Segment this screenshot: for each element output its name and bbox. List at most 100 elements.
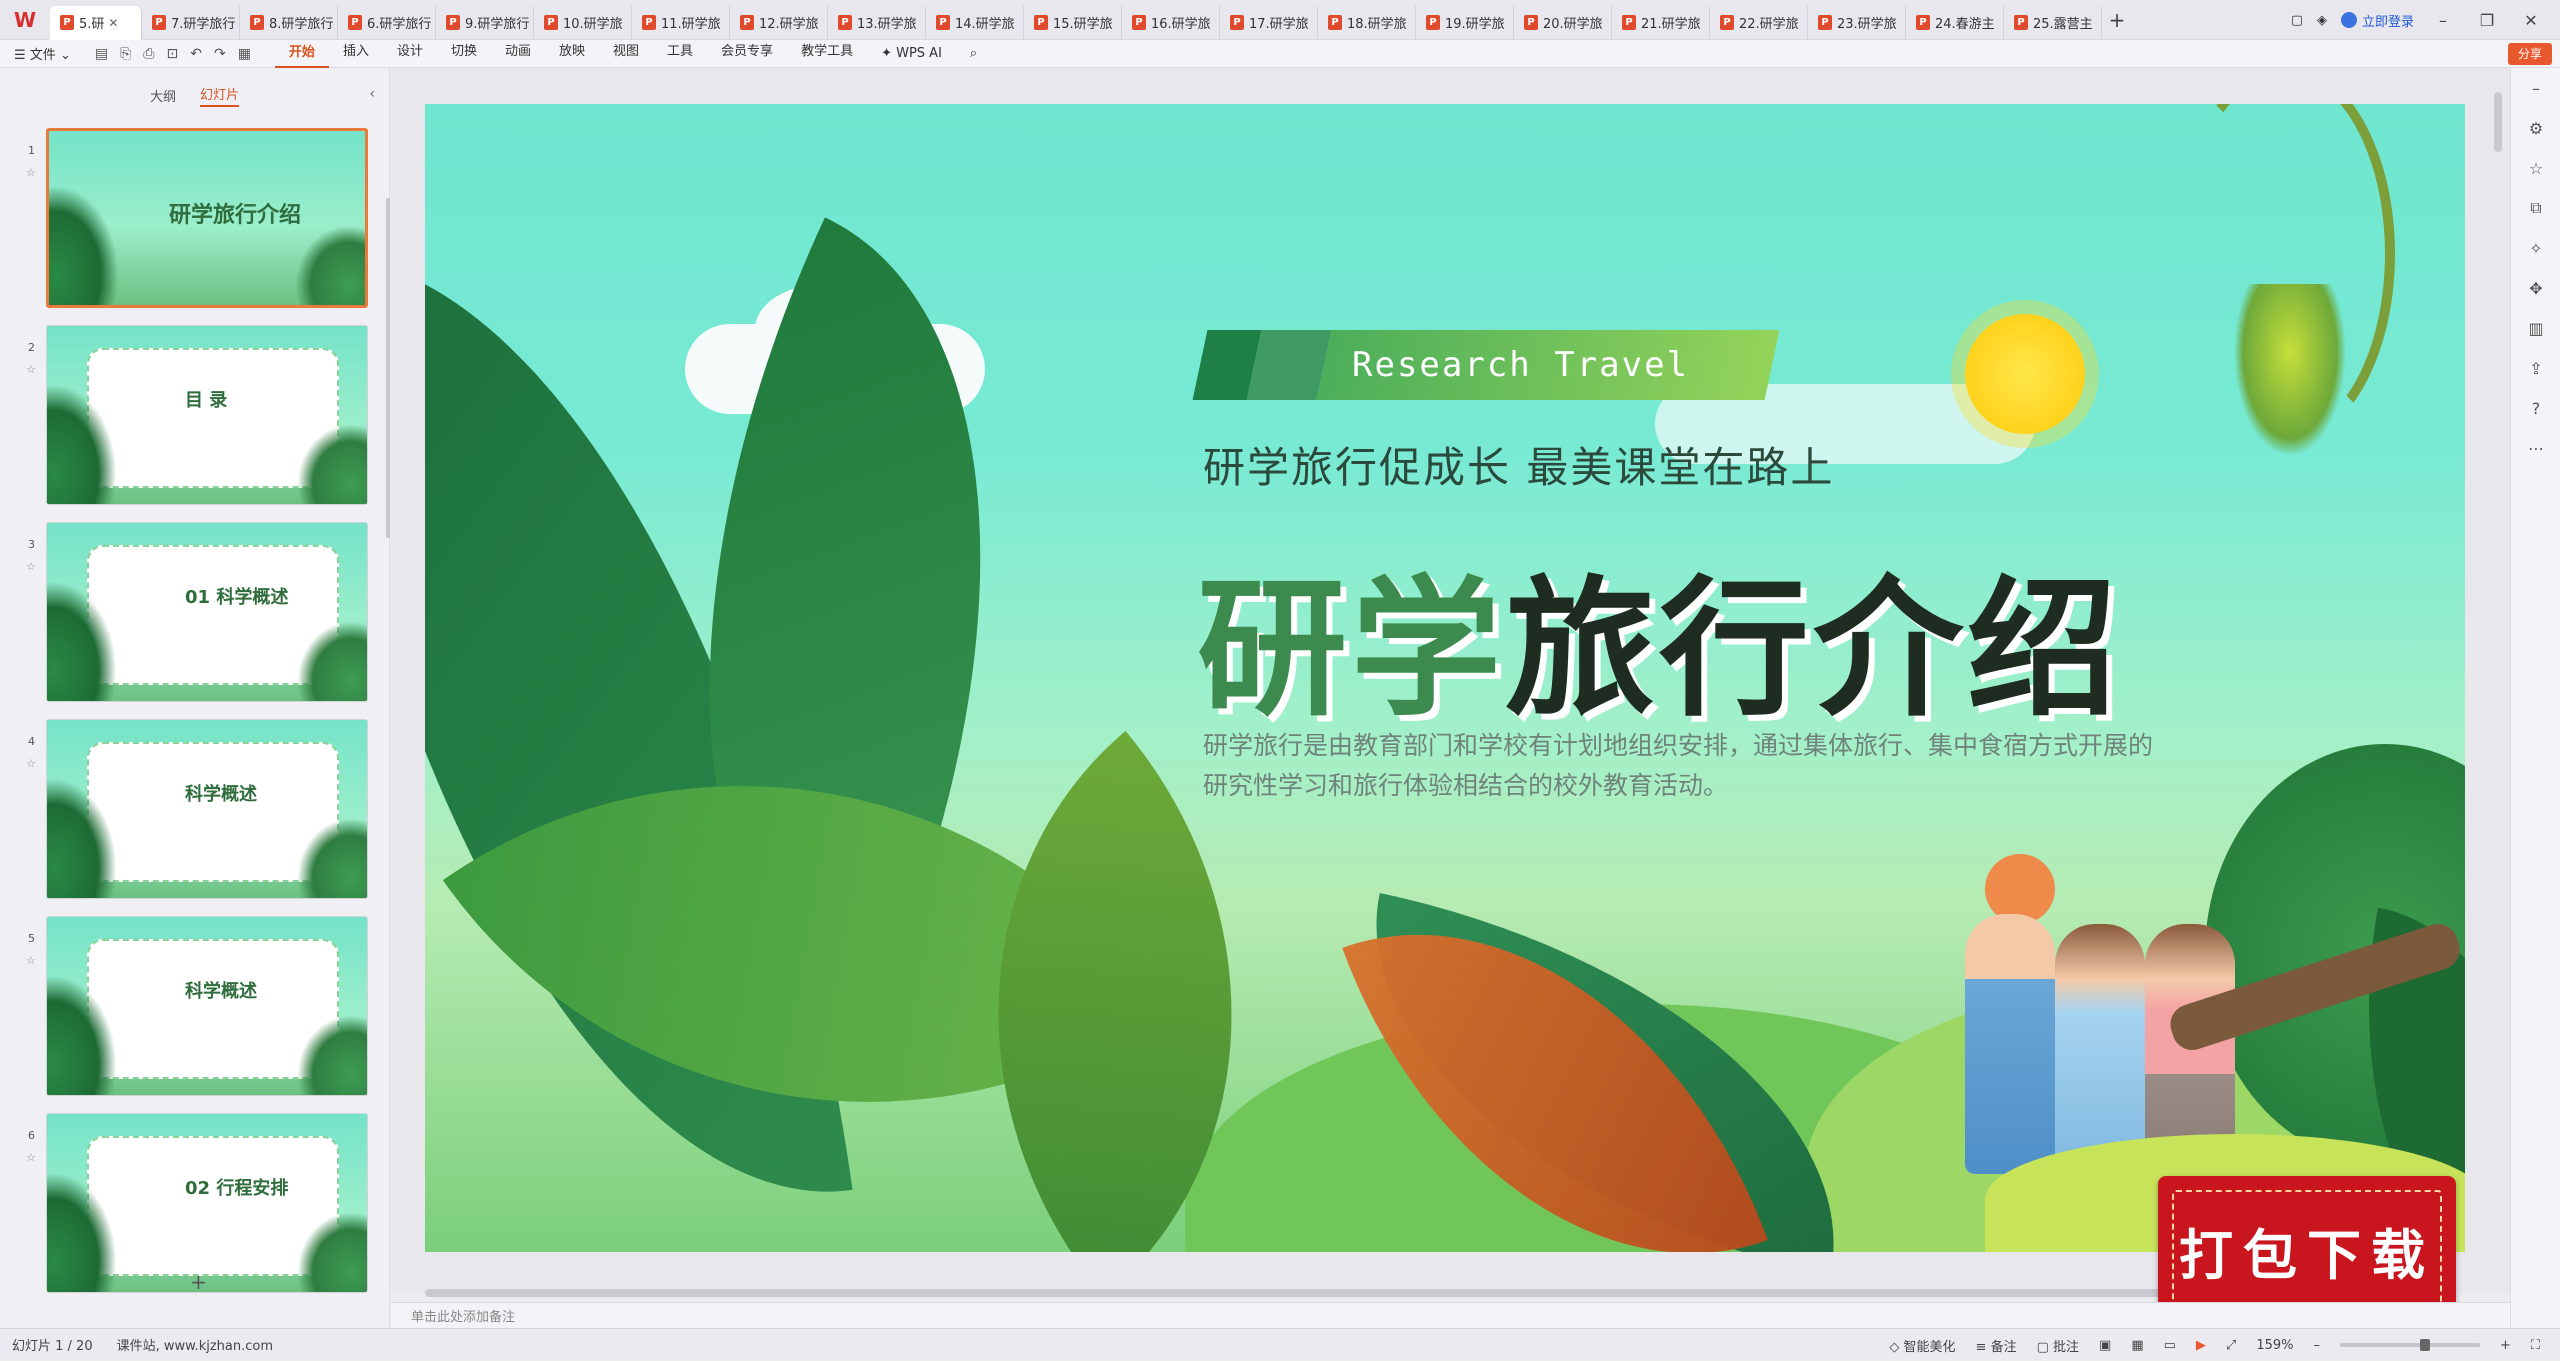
add-slide-button[interactable]: + xyxy=(190,1270,207,1294)
menu-item[interactable]: 开始 xyxy=(274,40,329,68)
window-layout-icon[interactable]: ▢ xyxy=(2291,13,2303,28)
normal-view-icon[interactable]: ▣ xyxy=(2099,1338,2111,1353)
print-icon[interactable]: ⎙ xyxy=(143,46,154,62)
menu-item[interactable]: 工具 xyxy=(653,40,707,68)
sidebar-scrollbar[interactable] xyxy=(386,198,390,538)
research-travel-band[interactable]: Research Travel xyxy=(1192,330,1780,400)
slide-thumbnail[interactable]: 科学概述 xyxy=(46,916,368,1096)
document-tab[interactable]: P 20.研学旅 xyxy=(1514,5,1612,40)
document-tab[interactable]: P 9.研学旅行 xyxy=(436,5,534,40)
grid-view-icon[interactable]: ▦ xyxy=(2131,1338,2143,1353)
tab-label: 7.研学旅行 xyxy=(171,17,236,32)
restore-button[interactable]: ❐ xyxy=(2472,11,2502,30)
reading-view-icon[interactable]: ▭ xyxy=(2164,1338,2176,1353)
hamburger-icon[interactable]: ☰ 文件 ⌄ xyxy=(0,44,85,63)
transform-icon[interactable]: ✥ xyxy=(2511,268,2560,308)
document-tab[interactable]: P 25.露营主 xyxy=(2004,5,2102,40)
document-tab[interactable]: P 11.研学旅 xyxy=(632,5,730,40)
minus-icon[interactable]: – xyxy=(2511,68,2560,108)
zoom-in-icon[interactable]: + xyxy=(2500,1338,2511,1353)
wps-ai-button[interactable]: ✦ WPS AI xyxy=(867,46,956,61)
share-icon[interactable]: ⇪ xyxy=(2511,348,2560,388)
document-tab[interactable]: P 23.研学旅 xyxy=(1808,5,1906,40)
slide-thumbnail[interactable]: 目 录 xyxy=(46,325,368,505)
comment-button[interactable]: ▢ 批注 xyxy=(2037,1336,2079,1355)
cube-icon[interactable]: ◈ xyxy=(2317,13,2327,28)
close-tab-icon[interactable]: ✕ xyxy=(108,16,118,30)
notes-button[interactable]: ≡ 备注 xyxy=(1976,1336,2017,1355)
tab-slides[interactable]: 幻灯片 xyxy=(200,84,240,107)
menu-item[interactable]: 切换 xyxy=(437,40,491,68)
redo-icon[interactable]: ↷ xyxy=(214,46,226,62)
document-tab[interactable]: P 18.研学旅 xyxy=(1318,5,1416,40)
document-tab[interactable]: P 8.研学旅行 xyxy=(240,5,338,40)
star-icon[interactable]: ☆ xyxy=(26,166,36,179)
close-window-button[interactable]: ✕ xyxy=(2516,11,2546,30)
undo-icon[interactable]: ↶ xyxy=(190,46,202,62)
star-icon[interactable]: ☆ xyxy=(26,757,36,770)
new-tab-button[interactable]: + xyxy=(2102,3,2132,37)
star-icon[interactable]: ☆ xyxy=(26,363,36,376)
menu-item[interactable]: 设计 xyxy=(383,40,437,68)
export-icon[interactable]: ⎘ xyxy=(120,46,131,62)
slide-thumbnail[interactable]: 研学旅行介绍 xyxy=(46,128,368,308)
document-tab[interactable]: P 24.春游主 xyxy=(1906,5,2004,40)
document-tab[interactable]: P 19.研学旅 xyxy=(1416,5,1514,40)
menu-item[interactable]: 插入 xyxy=(329,40,383,68)
book-icon[interactable]: ▥ xyxy=(2511,308,2560,348)
star-icon[interactable]: ☆ xyxy=(2511,148,2560,188)
share-button[interactable]: 分享 xyxy=(2507,43,2552,65)
fit-icon[interactable]: ⤢ xyxy=(2226,1338,2236,1353)
star-icon[interactable]: ☆ xyxy=(26,954,36,967)
slide-canvas[interactable]: Research Travel 研学旅行促成长 最美课堂在路上 研学旅行介绍 研… xyxy=(425,104,2465,1252)
menu-item[interactable]: 动画 xyxy=(491,40,545,68)
menu-item[interactable]: 放映 xyxy=(545,40,599,68)
fit-window-icon[interactable]: ⛶ xyxy=(2531,1338,2540,1353)
document-tab[interactable]: P 15.研学旅 xyxy=(1024,5,1122,40)
zoom-slider[interactable] xyxy=(2339,1339,2480,1351)
more-icon[interactable]: ⋯ xyxy=(2511,428,2560,468)
menu-item[interactable]: 教学工具 xyxy=(787,40,867,68)
document-tab[interactable]: P 14.研学旅 xyxy=(926,5,1024,40)
menu-item[interactable]: 会员专享 xyxy=(707,40,787,68)
document-tab[interactable]: P 5.研 ✕ xyxy=(50,5,142,40)
play-icon[interactable]: ▶ xyxy=(2196,1338,2206,1353)
preview-icon[interactable]: ⊡ xyxy=(166,46,178,62)
document-tab[interactable]: P 12.研学旅 xyxy=(730,5,828,40)
format-painter-icon[interactable]: ▦ xyxy=(238,46,251,62)
settings-sliders-icon[interactable]: ⚙ xyxy=(2511,108,2560,148)
vertical-scrollbar[interactable] xyxy=(2494,92,2502,152)
notes-input[interactable]: 单击此处添加备注 xyxy=(391,1302,2511,1328)
search-icon[interactable]: ⌕ xyxy=(956,46,991,61)
document-tab[interactable]: P 7.研学旅行 xyxy=(142,5,240,40)
document-tab[interactable]: P 10.研学旅 xyxy=(534,5,632,40)
document-tab[interactable]: P 22.研学旅 xyxy=(1710,5,1808,40)
document-tab[interactable]: P 13.研学旅 xyxy=(828,5,926,40)
document-tab[interactable]: P 6.研学旅行 xyxy=(338,5,436,40)
minimize-button[interactable]: – xyxy=(2428,11,2458,30)
slide-title[interactable]: 研学旅行介绍 xyxy=(1197,528,2121,745)
zoom-level[interactable]: 159% xyxy=(2256,1338,2293,1353)
magic-icon[interactable]: ✧ xyxy=(2511,228,2560,268)
horizontal-scrollbar[interactable] xyxy=(425,1289,2185,1297)
star-icon[interactable]: ☆ xyxy=(26,560,36,573)
document-tab[interactable]: P 21.研学旅 xyxy=(1612,5,1710,40)
save-icon[interactable]: ▤ xyxy=(95,46,108,62)
slide-subtitle[interactable]: 研学旅行促成长 最美课堂在路上 xyxy=(1203,434,1834,495)
copy-icon[interactable]: ⧉ xyxy=(2511,188,2560,228)
wps-logo-icon[interactable]: W xyxy=(0,0,50,40)
help-icon[interactable]: ? xyxy=(2511,388,2560,428)
slide-description[interactable]: 研学旅行是由教育部门和学校有计划地组织安排，通过集体旅行、集中食宿方式开展的研究… xyxy=(1203,726,2153,806)
document-tab[interactable]: P 16.研学旅 xyxy=(1122,5,1220,40)
slide-thumbnail[interactable]: 02 行程安排 xyxy=(46,1113,368,1293)
star-icon[interactable]: ☆ xyxy=(26,1151,36,1164)
collapse-sidebar-icon[interactable]: ‹ xyxy=(369,86,375,102)
document-tab[interactable]: P 17.研学旅 xyxy=(1220,5,1318,40)
menu-item[interactable]: 视图 xyxy=(599,40,653,68)
smart-beautify-button[interactable]: ◇ 智能美化 xyxy=(1889,1336,1955,1355)
login-button[interactable]: 立即登录 xyxy=(2340,11,2414,30)
zoom-out-icon[interactable]: – xyxy=(2313,1338,2320,1353)
slide-thumbnail[interactable]: 01 科学概述 xyxy=(46,522,368,702)
tab-outline[interactable]: 大纲 xyxy=(150,86,176,105)
slide-thumbnail[interactable]: 科学概述 xyxy=(46,719,368,899)
